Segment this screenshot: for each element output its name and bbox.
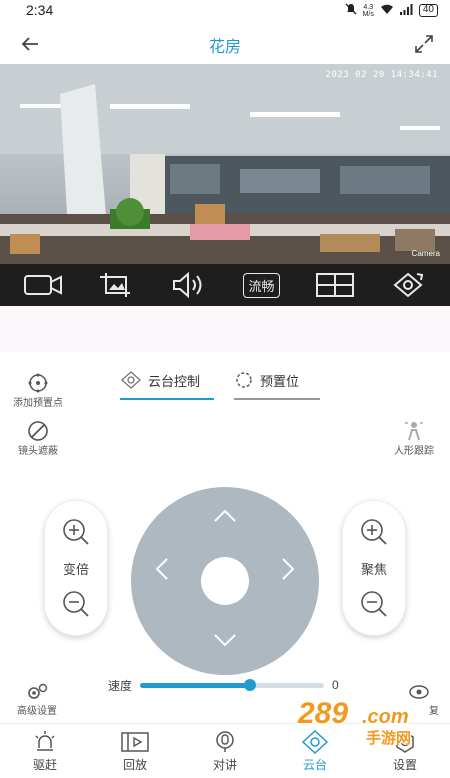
intercom-icon: [216, 730, 234, 752]
ptz-tabs: 云台控制 预置位: [120, 370, 320, 400]
screenshot-button[interactable]: [93, 269, 139, 301]
speed-slider-knob[interactable]: [244, 678, 257, 691]
nav-item-playback[interactable]: 回放: [100, 730, 170, 773]
speed-slider[interactable]: [140, 678, 325, 691]
split-screen-button[interactable]: [312, 269, 358, 301]
battery-indicator: 40: [418, 4, 438, 17]
svg-text:手游网: 手游网: [366, 729, 411, 745]
grid-layout-icon: [315, 273, 354, 297]
nav-item-intercom-label: 对讲: [212, 757, 237, 772]
app-header: 花房: [0, 22, 450, 64]
human-tracking-label: 人形跟踪: [394, 446, 434, 457]
watermark-logo: 289 .com 手游网: [296, 696, 412, 748]
speed-slider-fill: [140, 682, 251, 688]
speed-slider-row: 速度 0: [108, 677, 348, 693]
audio-button[interactable]: [166, 269, 212, 301]
video-frame: [0, 64, 450, 264]
focus-label: 聚焦: [360, 561, 387, 577]
focus-control: 聚焦: [342, 500, 406, 636]
site-watermark-logo: 289 .com 手游网: [292, 693, 442, 748]
ptz-direction-icon: [121, 371, 141, 389]
playback-icon: [121, 731, 149, 752]
gears-icon: [28, 683, 48, 699]
tab-ptz-control[interactable]: 云台控制: [120, 370, 214, 400]
live-video[interactable]: 2023 02 20 14:34:41 Camera: [0, 64, 450, 264]
lens-cover-label: 镜头遮蔽: [18, 446, 58, 457]
quality-button[interactable]: 流畅: [239, 269, 285, 301]
person-tracking-icon: [405, 422, 423, 441]
zoom-out-button[interactable]: [61, 589, 91, 619]
nav-item-intercom[interactable]: 对讲: [190, 730, 260, 773]
nav-item-settings-label: 设置: [392, 757, 417, 772]
rotate-view-icon: [392, 272, 423, 298]
panel-spacer: [0, 306, 450, 352]
nav-item-drive-away-label: 驱赶: [32, 757, 57, 772]
tab-preset-position[interactable]: 预置位: [234, 370, 320, 400]
status-bar: 2:34 4.3 M/s 40: [0, 0, 450, 22]
mute-icon: [345, 3, 357, 18]
speaker-icon: [172, 271, 201, 299]
zoom-label: 变倍: [62, 561, 89, 577]
zoom-control: 变倍: [44, 500, 108, 636]
speed-label: 速度: [108, 678, 133, 693]
right-arrow-icon[interactable]: [282, 558, 295, 580]
tab-ptz-control-label: 云台控制: [148, 373, 201, 389]
focus-out-button[interactable]: [359, 589, 389, 619]
video-camera-icon: [23, 275, 62, 295]
fullscreen-button[interactable]: [412, 32, 436, 56]
up-arrow-icon[interactable]: [214, 509, 236, 522]
wifi-icon: [380, 4, 394, 18]
video-timestamp: 2023 02 20 14:34:41: [325, 70, 438, 80]
status-icons: 4.3 M/s 40: [345, 3, 438, 18]
down-arrow-icon[interactable]: [214, 634, 236, 647]
joystick-center[interactable]: [201, 557, 249, 605]
human-tracking-button[interactable]: 人形跟踪: [386, 420, 442, 457]
alarm-light-icon: [35, 730, 55, 751]
camera-label: Camera: [411, 249, 440, 258]
network-speed: 4.3 M/s: [362, 3, 374, 18]
speed-value: 0: [332, 678, 339, 692]
zoom-in-button[interactable]: [61, 517, 91, 547]
nav-item-playback-label: 回放: [122, 757, 147, 772]
record-button[interactable]: [20, 269, 66, 301]
nav-item-ptz-label: 云台: [302, 757, 327, 772]
add-preset-label: 添加预置点: [13, 398, 63, 409]
rotate-view-button[interactable]: [385, 269, 431, 301]
tab-preset-position-label: 预置位: [260, 373, 300, 389]
svg-text:.com: .com: [362, 706, 409, 728]
svg-text:289: 289: [297, 697, 348, 730]
status-time: 2:34: [26, 2, 54, 18]
page-title: 花房: [208, 39, 241, 56]
advanced-settings-button[interactable]: 高级设置: [8, 682, 66, 717]
video-toolbar: 流畅: [0, 264, 450, 306]
lens-cover-button[interactable]: 镜头遮蔽: [10, 420, 66, 457]
crop-image-icon: [99, 273, 130, 297]
focus-in-button[interactable]: [359, 517, 389, 547]
left-arrow-icon[interactable]: [155, 558, 168, 580]
expand-icon: [415, 35, 433, 53]
preset-dots-icon: [236, 372, 252, 388]
signal-icon: [399, 3, 413, 18]
preset-target-icon: [28, 373, 48, 393]
ptz-joystick[interactable]: [131, 487, 319, 675]
quality-label: 流畅: [243, 272, 280, 298]
lens-cover-icon: [28, 421, 48, 441]
add-preset-button[interactable]: 添加预置点: [10, 372, 66, 409]
nav-item-drive-away[interactable]: 驱赶: [10, 730, 80, 773]
advanced-settings-label: 高级设置: [17, 706, 57, 717]
